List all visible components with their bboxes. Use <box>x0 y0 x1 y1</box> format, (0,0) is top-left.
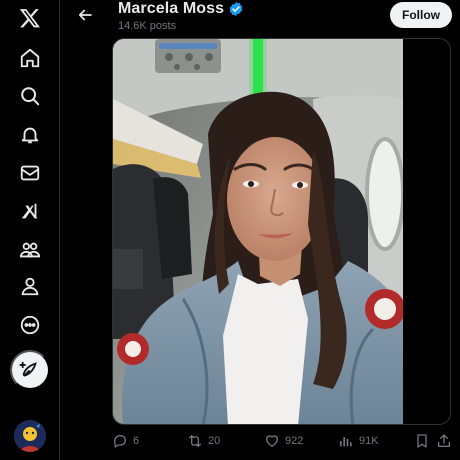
back-button[interactable] <box>74 4 96 26</box>
post-photo <box>113 39 403 424</box>
heart-icon <box>266 435 278 447</box>
x-logo-icon[interactable] <box>10 0 50 36</box>
like-button[interactable]: 922 <box>264 430 303 452</box>
post-actions: 6 20 922 91K <box>112 430 457 452</box>
arrow-left-icon <box>78 9 92 21</box>
profile-name: Marcela Moss <box>118 0 225 17</box>
messages-icon[interactable] <box>10 155 50 191</box>
search-icon[interactable] <box>10 78 50 114</box>
home-icon[interactable] <box>10 40 50 76</box>
reply-icon <box>114 435 126 448</box>
views-button[interactable]: 91K <box>338 430 379 452</box>
verified-badge-icon <box>229 2 243 16</box>
reply-button[interactable]: 6 <box>112 430 139 452</box>
reply-count: 6 <box>133 435 140 447</box>
repost-count: 20 <box>208 435 221 447</box>
bookmark-button[interactable] <box>414 430 430 452</box>
post-media[interactable] <box>112 38 451 425</box>
feather-plus-icon <box>19 361 37 377</box>
share-button[interactable] <box>436 430 452 452</box>
communities-icon[interactable] <box>10 232 50 268</box>
profile-header: Marcela Moss 14.6K posts Follow <box>60 0 460 36</box>
share-icon <box>438 434 450 447</box>
profile-name-row: Marcela Moss <box>118 0 244 18</box>
follow-button[interactable]: Follow <box>390 2 452 28</box>
like-count: 922 <box>285 435 304 447</box>
repost-button[interactable]: 20 <box>187 430 220 452</box>
profile-icon[interactable] <box>10 268 50 304</box>
notifications-icon[interactable] <box>10 117 50 153</box>
account-avatar[interactable] <box>14 420 46 452</box>
analytics-icon <box>340 437 352 447</box>
posts-count: 14.6K posts <box>118 20 177 32</box>
side-nav <box>0 0 60 460</box>
bookmark-icon <box>417 434 427 448</box>
compose-post-button[interactable] <box>10 350 50 390</box>
views-count: 91K <box>359 435 379 447</box>
grok-icon[interactable] <box>10 194 50 230</box>
more-icon[interactable] <box>10 307 50 343</box>
repost-icon <box>189 435 201 447</box>
